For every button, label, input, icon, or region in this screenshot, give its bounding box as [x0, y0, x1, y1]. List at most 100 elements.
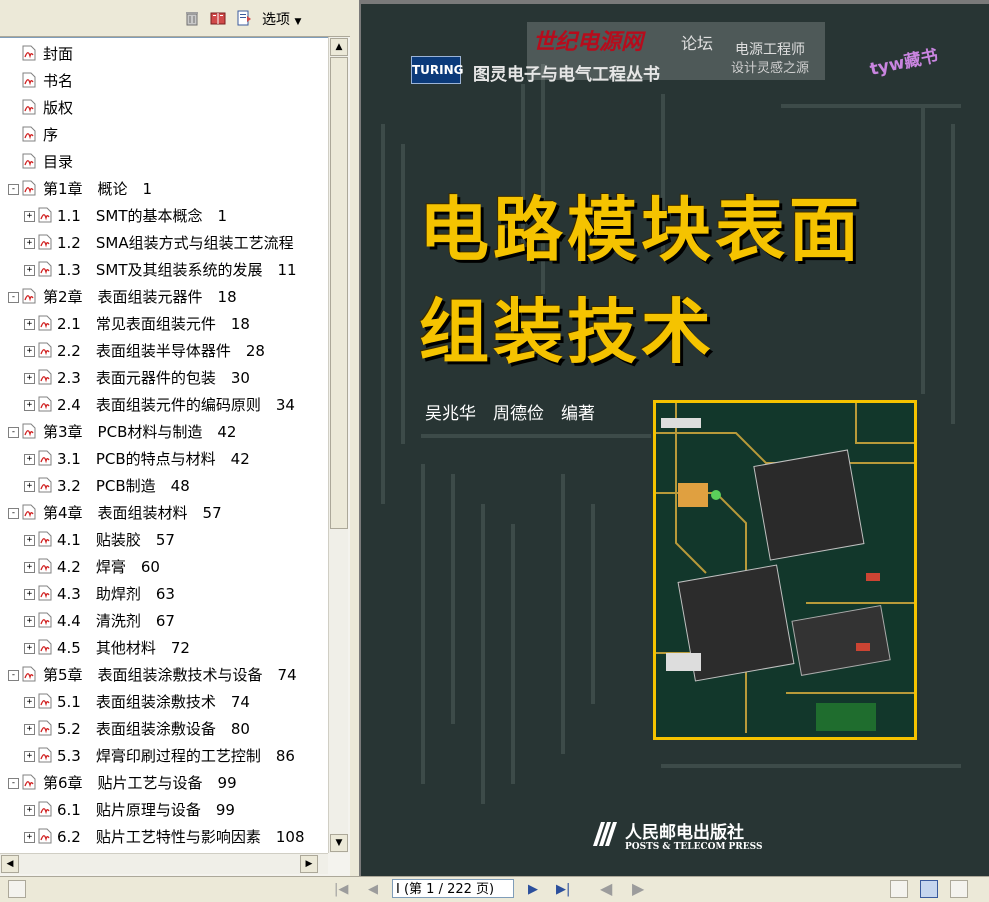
expand-icon[interactable]: +	[24, 616, 35, 627]
bookmark-properties-icon[interactable]	[236, 10, 252, 26]
expand-icon[interactable]: +	[24, 805, 35, 816]
bookmark-item[interactable]: +6.1 贴片原理与设备 99	[0, 797, 328, 823]
expand-icon[interactable]: +	[24, 373, 35, 384]
pdf-page-icon	[38, 369, 52, 385]
previous-view-icon[interactable]: ◀	[600, 879, 612, 898]
bookmarks-vertical-scrollbar[interactable]: ▲ ▼	[328, 37, 348, 853]
expand-icon[interactable]: +	[24, 238, 35, 249]
collapse-icon[interactable]: -	[8, 778, 19, 789]
bookmark-item[interactable]: - 第3章 PCB材料与制造 42	[0, 419, 328, 445]
bookmark-item[interactable]: +6.2 贴片工艺特性与影响因素 108	[0, 824, 328, 850]
expand-icon[interactable]: +	[24, 319, 35, 330]
bookmark-item[interactable]: +4.3 助焊剂 63	[0, 581, 328, 607]
expand-icon[interactable]: +	[24, 724, 35, 735]
collapse-icon[interactable]: -	[8, 427, 19, 438]
book-series: 图灵电子与电气工程丛书	[473, 65, 660, 85]
pdf-page-icon	[38, 585, 52, 601]
collapse-icon[interactable]: -	[8, 292, 19, 303]
collapse-icon[interactable]: -	[8, 184, 19, 195]
bookmark-item[interactable]: +1.3 SMT及其组装系统的发展 11	[0, 257, 328, 283]
pdf-page-icon	[22, 504, 36, 520]
pdf-page-icon	[38, 693, 52, 709]
document-view: 世纪电源网 论坛 电源工程师 设计灵感之源 tyw藏书 TURING 图灵电子与…	[359, 0, 989, 876]
bookmark-item[interactable]: +1.1 SMT的基本概念 1	[0, 203, 328, 229]
bookmark-item[interactable]: - 第6章 贴片工艺与设备 99	[0, 770, 328, 796]
pdf-page-icon	[22, 288, 36, 304]
expand-icon[interactable]: +	[24, 832, 35, 843]
bookmark-label: 2.3 表面元器件的包装 30	[57, 369, 250, 387]
next-page-icon[interactable]: ▶	[528, 882, 538, 897]
first-page-icon[interactable]: |◀	[334, 882, 348, 897]
bookmark-item[interactable]: - 第2章 表面组装元器件 18	[0, 284, 328, 310]
bookmarks-horizontal-scrollbar[interactable]: ◀ ▶	[0, 853, 328, 874]
pcb-trace	[421, 464, 425, 784]
last-page-icon[interactable]: ▶|	[556, 882, 570, 897]
bookmark-label: 4.5 其他材料 72	[57, 639, 190, 657]
expand-icon[interactable]: +	[24, 400, 35, 411]
collapse-panel-icon[interactable]	[8, 880, 26, 898]
bookmark-item[interactable]: +2.3 表面元器件的包装 30	[0, 365, 328, 391]
expand-icon[interactable]: +	[24, 454, 35, 465]
bookmarks-toolbar: 选项 ▼	[0, 0, 350, 37]
bookmark-item[interactable]: 目录	[0, 149, 328, 175]
bookmark-item[interactable]: 版权	[0, 95, 328, 121]
scroll-up-icon[interactable]: ▲	[330, 38, 348, 56]
pcb-trace	[421, 434, 651, 438]
expand-icon[interactable]: +	[24, 751, 35, 762]
bookmark-item[interactable]: +2.4 表面组装元件的编码原则 34	[0, 392, 328, 418]
bookmark-label: 2.2 表面组装半导体器件 28	[57, 342, 265, 360]
bookmark-item[interactable]: +2.1 常见表面组装元件 18	[0, 311, 328, 337]
collapse-icon[interactable]: -	[8, 508, 19, 519]
bookmark-item[interactable]: +5.2 表面组装涂敷设备 80	[0, 716, 328, 742]
bookmark-item[interactable]: +3.1 PCB的特点与材料 42	[0, 446, 328, 472]
book-authors: 吴兆华 周德俭 编著	[425, 404, 595, 424]
scroll-down-icon[interactable]: ▼	[330, 834, 348, 852]
bookmark-item[interactable]: +4.1 贴装胶 57	[0, 527, 328, 553]
expand-icon[interactable]: +	[24, 346, 35, 357]
bookmark-item[interactable]: - 第4章 表面组装材料 57	[0, 500, 328, 526]
continuous-view-icon[interactable]	[920, 880, 938, 898]
expand-icon[interactable]: +	[24, 535, 35, 546]
collapse-icon[interactable]: -	[8, 670, 19, 681]
scrollbar-thumb[interactable]	[330, 57, 348, 529]
facing-view-icon[interactable]	[950, 880, 968, 898]
bookmark-item[interactable]: 封面	[0, 41, 328, 67]
expand-icon[interactable]: +	[24, 265, 35, 276]
bookmark-label: 版权	[43, 99, 74, 117]
bookmark-label: 3.2 PCB制造 48	[57, 477, 190, 495]
panel-splitter[interactable]	[350, 0, 359, 876]
book-title-line1: 电路模块表面	[419, 189, 863, 271]
bookmark-item[interactable]: +5.3 焊膏印刷过程的工艺控制 86	[0, 743, 328, 769]
scroll-left-icon[interactable]: ◀	[1, 855, 19, 873]
bookmark-item[interactable]: +4.2 焊膏 60	[0, 554, 328, 580]
expand-icon[interactable]: +	[24, 589, 35, 600]
previous-page-icon[interactable]: ◀	[368, 882, 378, 897]
bookmark-item[interactable]: +5.1 表面组装涂敷技术 74	[0, 689, 328, 715]
watermark-slogan: 设计灵感之源	[731, 61, 810, 76]
expand-icon[interactable]: +	[24, 562, 35, 573]
trash-icon[interactable]	[184, 10, 200, 26]
expand-icon[interactable]: +	[24, 481, 35, 492]
expand-icon[interactable]: +	[24, 643, 35, 654]
bookmark-item[interactable]: +1.2 SMA组装方式与组装工艺流程	[0, 230, 328, 256]
pdf-page-icon	[22, 153, 36, 169]
expand-icon[interactable]: +	[24, 697, 35, 708]
bookmark-item[interactable]: - 第5章 表面组装涂敷技术与设备 74	[0, 662, 328, 688]
bookmark-item[interactable]: +2.2 表面组装半导体器件 28	[0, 338, 328, 364]
options-menu[interactable]: 选项 ▼	[262, 9, 301, 29]
expand-icon[interactable]: +	[24, 211, 35, 222]
pcb-trace	[921, 104, 925, 394]
scroll-right-icon[interactable]: ▶	[300, 855, 318, 873]
bookmark-item[interactable]: +3.2 PCB制造 48	[0, 473, 328, 499]
bookmark-item[interactable]: +4.4 清洗剂 67	[0, 608, 328, 634]
bookmark-item[interactable]: 序	[0, 122, 328, 148]
bookmark-item[interactable]: - 第1章 概论 1	[0, 176, 328, 202]
bookmark-item[interactable]: 书名	[0, 68, 328, 94]
bookmark-book-icon[interactable]	[210, 10, 226, 26]
bookmark-item[interactable]: +4.5 其他材料 72	[0, 635, 328, 661]
pcb-trace	[451, 474, 455, 724]
next-view-icon[interactable]: ▶	[632, 879, 644, 898]
page-number-input[interactable]: I (第 1 / 222 页)	[392, 879, 514, 898]
single-page-view-icon[interactable]	[890, 880, 908, 898]
bookmark-label: 1.3 SMT及其组装系统的发展 11	[57, 261, 297, 279]
